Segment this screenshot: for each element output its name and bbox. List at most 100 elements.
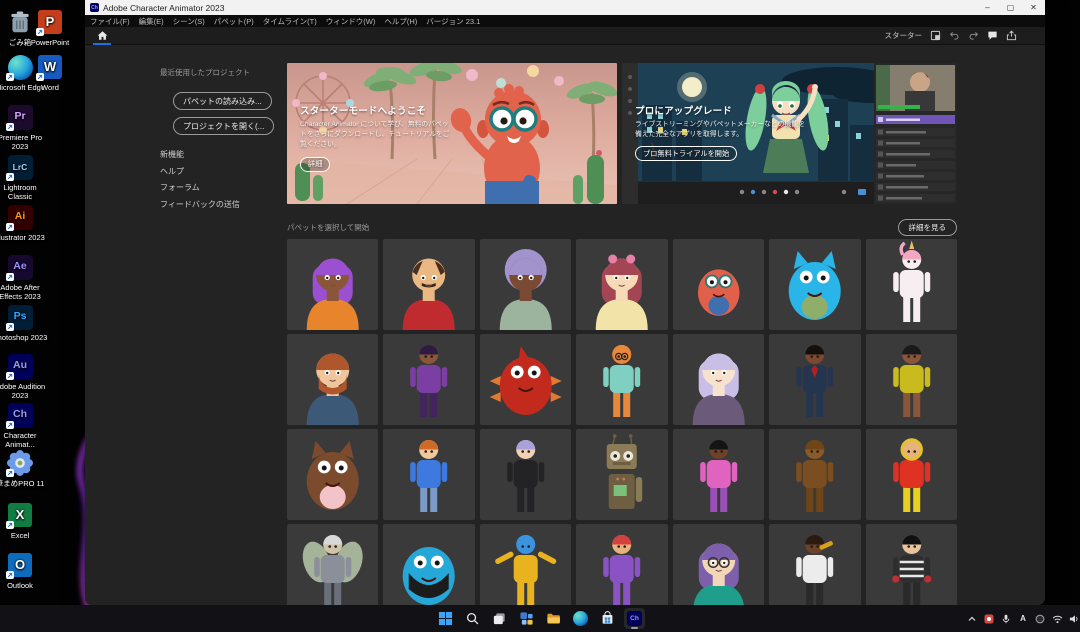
puppet-art-girl-lavender-hair (673, 334, 764, 425)
tray-volume[interactable] (1068, 613, 1080, 625)
puppet-tile-person-purple-outfit[interactable] (383, 334, 474, 425)
puppet-tile-mud-creature[interactable] (769, 429, 860, 520)
close-button[interactable]: ✕ (1022, 0, 1045, 15)
puppet-art-superhero-purple (576, 524, 667, 605)
puppet-tile-dog-costume[interactable] (287, 429, 378, 520)
tray-recording-indicator[interactable] (983, 613, 995, 625)
import-puppet-button[interactable]: パペットの読み込み... (173, 92, 272, 110)
desktop-icon-after-effects[interactable]: AeAdobe After Effects 2023 (0, 253, 48, 302)
home-screen: 最近使用したプロジェクト パペットの読み込み... プロジェクトを開く(... … (85, 45, 1045, 605)
puppet-art-person-black-outfit (480, 429, 571, 520)
taskbar-file-explorer-button[interactable] (543, 608, 564, 629)
open-project-button[interactable]: プロジェクトを開く(... (173, 117, 274, 135)
puppet-tile-woman-yellow-dress[interactable] (866, 334, 957, 425)
shortcut-arrow-badge (6, 372, 14, 380)
desktop-icon-lightroom-classic[interactable]: LrCLightroom Classic (0, 153, 48, 202)
desktop-icon-label: Outlook (0, 581, 48, 590)
puppet-tile-burglar[interactable] (866, 524, 957, 605)
puppet-tile-woman-purple-hair[interactable] (287, 239, 378, 330)
puppet-section-label: パペットを選択して開始 (287, 222, 369, 233)
desktop-icon-photoshop[interactable]: PsPhotoshop 2023 (0, 303, 48, 342)
puppet-tile-fairy[interactable] (287, 524, 378, 605)
puppet-tile-red-furry-monster[interactable] (673, 239, 764, 330)
shortcut-arrow-badge (36, 73, 44, 81)
desktop-icon-character-animator-shortcut[interactable]: ChCharacter Animat... (0, 401, 48, 450)
forum-link[interactable]: フォーラム (160, 182, 295, 193)
puppet-tile-man-mustache[interactable] (383, 239, 474, 330)
upgrade-banner-title: プロにアップグレード (635, 103, 805, 117)
desktop-icon-fudemame[interactable]: 筆まめPRO 11 (0, 449, 48, 488)
puppet-tile-girl-orange-bun[interactable] (383, 429, 474, 520)
tray-network[interactable] (1051, 613, 1063, 625)
shortcut-arrow-badge (6, 273, 14, 281)
taskbar-microsoft-store-button[interactable] (597, 608, 618, 629)
puppet-tile-rusty-robot[interactable] (576, 429, 667, 520)
home-tab[interactable] (93, 28, 111, 45)
puppet-tile-anime-girl-bow[interactable] (576, 239, 667, 330)
puppet-art-unicorn-costume (866, 239, 957, 330)
desktop-icon-powerpoint[interactable]: PPowerPoint (22, 8, 78, 47)
start-pro-trial-button[interactable]: プロ無料トライアルを開始 (635, 146, 737, 161)
banner-starter-mode[interactable]: スターターモードへようこそ Character Animator について学び、… (287, 63, 617, 204)
desktop-icon-outlook[interactable]: OOutlook (0, 551, 48, 590)
menu-item-5[interactable]: ウィンドウ(W) (326, 16, 376, 27)
taskbar-search-button[interactable] (462, 608, 483, 629)
puppet-tile-blue-cat[interactable] (769, 239, 860, 330)
puppet-tile-gold-suit-alien[interactable] (480, 524, 571, 605)
puppet-tile-girl-lavender-hair[interactable] (673, 334, 764, 425)
puppet-tile-man-trumpet[interactable] (769, 524, 860, 605)
desktop-icon-illustrator[interactable]: AiIllustrator 2023 (0, 203, 48, 242)
taskbar-widgets-button[interactable] (516, 608, 537, 629)
starter-banner-title: スターターモードへようこそ (300, 103, 452, 117)
taskbar-start-button[interactable] (435, 608, 456, 629)
banner-upgrade-pro[interactable]: プロにアップグレード ライブストリーミングやパペットメーカーなどの機能を備えた完… (622, 63, 957, 204)
puppet-tile-superhero-purple[interactable] (576, 524, 667, 605)
see-more-button[interactable]: 詳細を見る (898, 219, 958, 236)
shortcut-arrow-badge (36, 28, 44, 36)
desktop-icon-excel[interactable]: XExcel (0, 501, 48, 540)
menu-item-6[interactable]: ヘルプ(H) (384, 16, 417, 27)
puppet-tile-man-red-beard[interactable] (287, 334, 378, 425)
redo-icon[interactable] (968, 30, 979, 41)
menu-item-0[interactable]: ファイル(F) (90, 16, 130, 27)
shortcut-arrow-badge (6, 123, 14, 131)
whats-new-link[interactable]: 新機能 (160, 149, 295, 160)
send-feedback-link[interactable]: フィードバックの送信 (160, 199, 295, 210)
menu-item-4[interactable]: タイムライン(T) (263, 16, 317, 27)
menu-item-2[interactable]: シーン(S) (173, 16, 205, 27)
desktop-icon-label: Illustrator 2023 (0, 233, 48, 242)
layout-icon[interactable] (930, 30, 941, 41)
puppet-tile-girl-sari[interactable] (673, 429, 764, 520)
puppet-tile-person-lavender-afro[interactable] (480, 239, 571, 330)
puppet-tile-person-black-outfit[interactable] (480, 429, 571, 520)
puppet-tile-blue-yeti[interactable] (383, 524, 474, 605)
desktop-icon-premiere-pro[interactable]: PrPremiere Pro 2023 (0, 103, 48, 152)
share-icon[interactable] (1006, 30, 1017, 41)
taskbar-edge-button[interactable] (570, 608, 591, 629)
puppet-tile-girl-purple-twintails[interactable] (673, 524, 764, 605)
desktop-icon-word[interactable]: WWord (22, 53, 78, 92)
minimize-button[interactable]: – (976, 0, 999, 15)
puppet-tile-red-spiky-monster[interactable] (480, 334, 571, 425)
maximize-button[interactable]: ▢ (999, 0, 1022, 15)
puppet-tile-luchador[interactable] (866, 429, 957, 520)
starter-details-button[interactable]: 詳細 (300, 157, 330, 172)
feedback-chat-icon[interactable] (987, 30, 998, 41)
desktop-icon-audition[interactable]: AuAdobe Audition 2023 (0, 352, 48, 401)
tray-hidden-icons-chevron[interactable] (966, 613, 978, 625)
taskbar-character-animator-button[interactable]: Ch (624, 608, 645, 629)
toolbar: スターター (85, 27, 1045, 45)
puppet-tile-man-navy-suit[interactable] (769, 334, 860, 425)
menu-item-3[interactable]: パペット(P) (214, 16, 254, 27)
help-link[interactable]: ヘルプ (160, 166, 295, 177)
menu-item-1[interactable]: 編集(E) (139, 16, 164, 27)
puppet-tile-unicorn-costume[interactable] (866, 239, 957, 330)
puppet-tile-fox-glasses[interactable] (576, 334, 667, 425)
tray-ime[interactable]: A (1017, 613, 1029, 625)
taskbar-task-view-button[interactable] (489, 608, 510, 629)
puppet-art-rusty-robot (576, 429, 667, 520)
tray-onedrive[interactable] (1034, 613, 1046, 625)
undo-icon[interactable] (949, 30, 960, 41)
desktop-icon-label: Lightroom Classic (0, 183, 48, 202)
tray-microphone[interactable] (1000, 613, 1012, 625)
